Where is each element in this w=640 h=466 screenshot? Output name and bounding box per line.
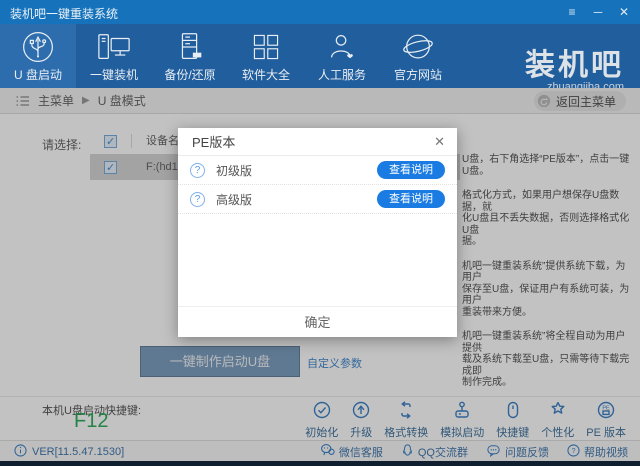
minimize-icon[interactable]: ─ <box>590 5 606 19</box>
computer-icon <box>94 29 134 65</box>
view-details-button[interactable]: 查看说明 <box>377 161 445 179</box>
nav-label: 人工服务 <box>318 66 366 83</box>
question-circle-icon: ? <box>190 192 205 207</box>
pe-option-label: 高级版 <box>216 191 252 208</box>
pe-version-dialog: PE版本 ✕ ? 初级版 查看说明 ? 高级版 查看说明 确定 <box>178 128 457 337</box>
dialog-title: PE版本 <box>192 132 235 151</box>
nav-item-service[interactable]: 人工服务 <box>304 24 380 88</box>
nav-item-usb-boot[interactable]: U 盘启动 <box>0 24 76 88</box>
brand-logo: 装机吧 zhuangjiba.com <box>525 51 624 93</box>
dialog-body-spacer <box>178 214 457 306</box>
nav-label: 官方网站 <box>394 66 442 83</box>
nav-item-backup-restore[interactable]: 备份/还原 <box>152 24 228 88</box>
usb-icon <box>21 29 55 65</box>
pe-option-row-advanced[interactable]: ? 高级版 查看说明 <box>178 185 457 214</box>
nav-label: 软件大全 <box>242 66 290 83</box>
apps-grid-icon <box>250 29 282 65</box>
nav-item-software[interactable]: 软件大全 <box>228 24 304 88</box>
question-circle-icon: ? <box>190 163 205 178</box>
window-title: 装机吧一键重装系统 <box>10 5 118 22</box>
nav-label: 备份/还原 <box>164 66 215 83</box>
nav-item-one-key-install[interactable]: 一键装机 <box>76 24 152 88</box>
confirm-button[interactable]: 确定 <box>178 306 457 337</box>
brand-name: 装机吧 <box>525 51 624 81</box>
globe-icon <box>401 29 435 65</box>
nav-label: U 盘启动 <box>14 66 62 83</box>
pe-option-row-basic[interactable]: ? 初级版 查看说明 <box>178 156 457 185</box>
app-window: 装机吧一键重装系统 ≡ ─ ✕ U 盘启动 一键装机 备份/还原 <box>0 0 640 466</box>
menu-icon[interactable]: ≡ <box>564 5 580 19</box>
dialog-header: PE版本 ✕ <box>178 128 457 156</box>
close-icon[interactable]: ✕ <box>616 5 632 19</box>
pe-option-label: 初级版 <box>216 162 252 179</box>
server-icon <box>173 29 207 65</box>
dialog-close-icon[interactable]: ✕ <box>434 134 445 150</box>
title-bar: 装机吧一键重装系统 ≡ ─ ✕ <box>0 0 640 24</box>
person-icon <box>325 29 359 65</box>
main-nav: U 盘启动 一键装机 备份/还原 软件大全 人工服务 <box>0 24 640 88</box>
window-controls: ≡ ─ ✕ <box>564 0 632 24</box>
nav-item-website[interactable]: 官方网站 <box>380 24 456 88</box>
view-details-button[interactable]: 查看说明 <box>377 190 445 208</box>
nav-label: 一键装机 <box>90 66 138 83</box>
